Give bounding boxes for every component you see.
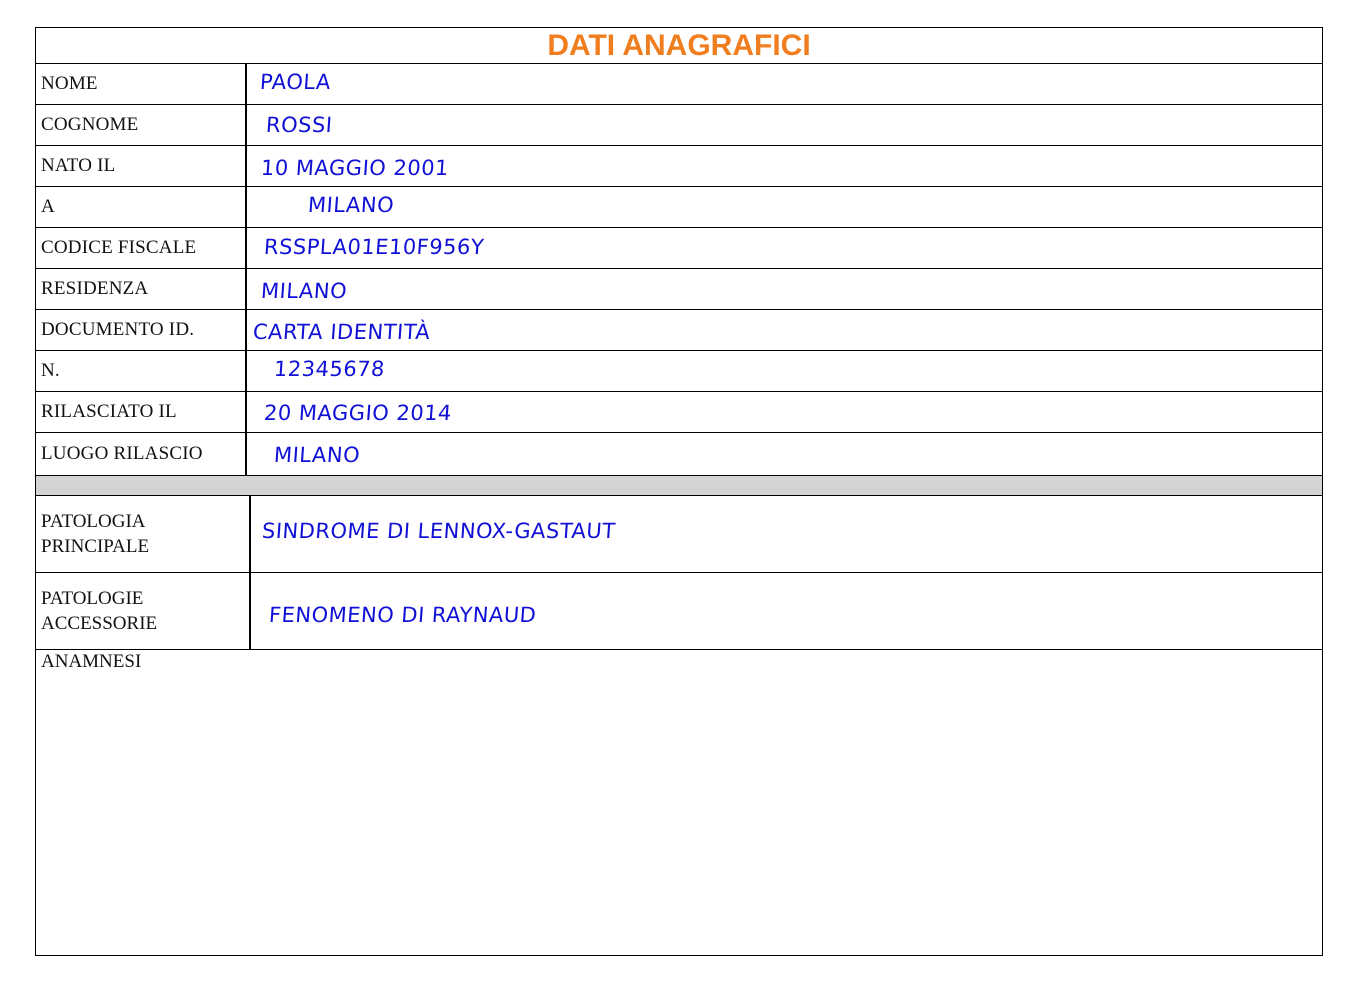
pathology-row-accessorie: PATOLOGIE ACCESSORIE FENOMENO DI RAYNAUD [36, 573, 1322, 650]
pathology-label-principale-line2: PRINCIPALE [41, 536, 150, 557]
field-row-luogo-nascita: A MILANO [36, 187, 1322, 228]
field-value-luogo-rilascio[interactable]: MILANO [273, 443, 361, 467]
pathology-label-principale-line1: PATOLOGIA [41, 511, 146, 532]
field-row-codice-fiscale: CODICE FISCALE RSSPLA01E10F956Y [36, 228, 1322, 269]
column-divider [249, 573, 251, 649]
field-label-luogo-rilascio: LUOGO RILASCIO [41, 443, 203, 464]
field-label-rilasciato-il: RILASCIATO IL [41, 401, 177, 422]
pathology-label-accessorie-line1: PATOLOGIE [41, 588, 144, 609]
field-row-nome: NOME PAOLA [36, 64, 1322, 105]
field-label-residenza: RESIDENZA [41, 278, 149, 299]
field-row-documento-id: DOCUMENTO ID. CARTA IDENTITÀ [36, 310, 1322, 351]
field-value-residenza[interactable]: MILANO [260, 279, 348, 303]
field-label-nato-il: NATO IL [41, 155, 116, 176]
anamnesi-label: ANAMNESI [41, 651, 142, 672]
pathology-label-principale: PATOLOGIA PRINCIPALE [41, 496, 241, 572]
field-label-codice-fiscale: CODICE FISCALE [41, 237, 197, 258]
section-separator [36, 476, 1322, 496]
field-value-nato-il[interactable]: 10 MAGGIO 2001 [260, 156, 450, 180]
column-divider [245, 146, 247, 186]
field-row-rilasciato-il: RILASCIATO IL 20 MAGGIO 2014 [36, 392, 1322, 433]
field-label-numero: N. [41, 360, 60, 381]
pathology-row-principale: PATOLOGIA PRINCIPALE SINDROME DI LENNOX-… [36, 496, 1322, 573]
field-value-codice-fiscale[interactable]: RSSPLA01E10F956Y [263, 235, 485, 259]
column-divider [245, 433, 247, 475]
field-value-luogo-nascita[interactable]: MILANO [307, 193, 395, 217]
column-divider [245, 351, 247, 391]
column-divider [245, 310, 247, 350]
pathology-label-accessorie: PATOLOGIE ACCESSORIE [41, 573, 241, 649]
field-label-documento-id: DOCUMENTO ID. [41, 319, 195, 340]
form-title: DATI ANAGRAFICI [36, 28, 1322, 64]
field-value-documento-id[interactable]: CARTA IDENTITÀ [252, 320, 431, 344]
field-label-cognome: COGNOME [41, 114, 139, 135]
field-label-nome: NOME [41, 73, 98, 94]
patient-data-form: DATI ANAGRAFICI NOME PAOLA COGNOME ROSSI… [35, 27, 1323, 956]
field-row-nato-il: NATO IL 10 MAGGIO 2001 [36, 146, 1322, 187]
field-value-nome[interactable]: PAOLA [259, 70, 332, 94]
field-row-luogo-rilascio: LUOGO RILASCIO MILANO [36, 433, 1322, 476]
column-divider [245, 105, 247, 145]
column-divider [249, 496, 251, 572]
column-divider [245, 187, 247, 227]
pathology-value-principale[interactable]: SINDROME DI LENNOX-GASTAUT [261, 519, 616, 543]
pathology-label-accessorie-line2: ACCESSORIE [41, 613, 158, 634]
field-row-cognome: COGNOME ROSSI [36, 105, 1322, 146]
field-row-numero: N. 12345678 [36, 351, 1322, 392]
field-label-luogo-nascita: A [41, 196, 55, 217]
field-value-cognome[interactable]: ROSSI [265, 113, 333, 137]
column-divider [245, 64, 247, 104]
field-row-residenza: RESIDENZA MILANO [36, 269, 1322, 310]
column-divider [245, 228, 247, 268]
field-value-numero[interactable]: 12345678 [273, 357, 386, 381]
pathology-value-accessorie[interactable]: FENOMENO DI RAYNAUD [268, 603, 537, 627]
column-divider [245, 392, 247, 432]
column-divider [245, 269, 247, 309]
field-value-rilasciato-il[interactable]: 20 MAGGIO 2014 [263, 401, 453, 425]
